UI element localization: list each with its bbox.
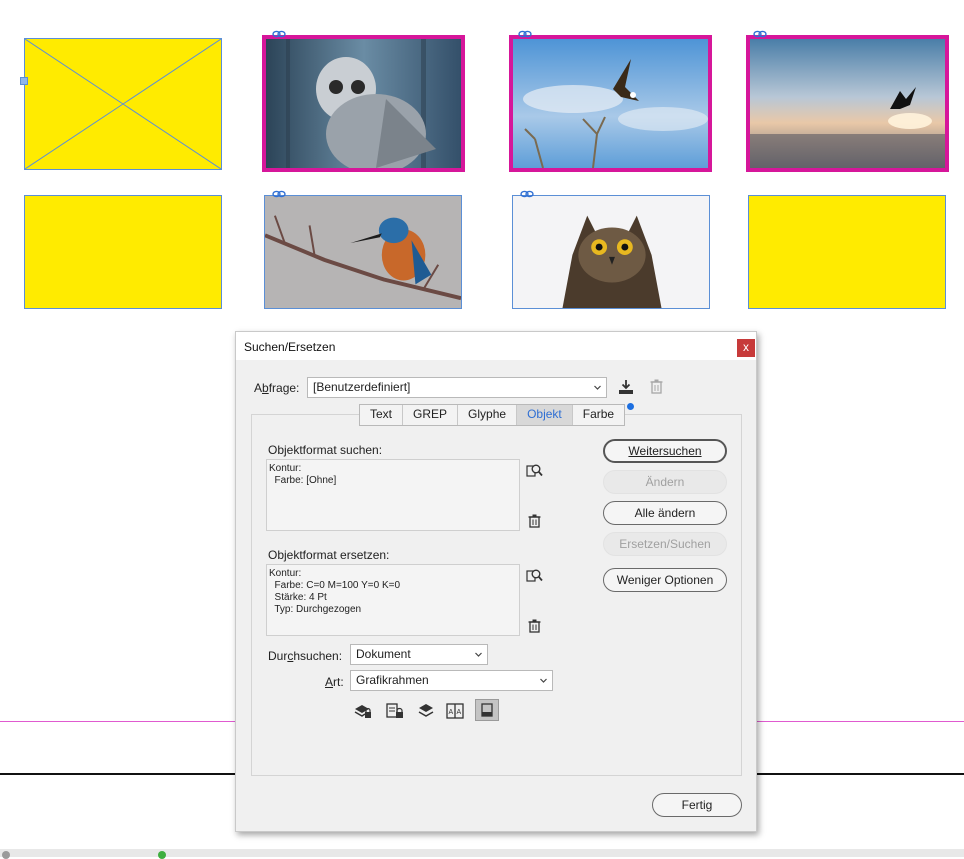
delete-query-icon[interactable]	[650, 379, 663, 394]
empty-graphic-frame-2[interactable]	[24, 195, 222, 309]
link-icon[interactable]	[518, 30, 532, 38]
bird-sunset-image	[750, 39, 945, 168]
image-frame-eagle-sky[interactable]	[509, 35, 712, 172]
save-query-icon[interactable]	[618, 379, 634, 395]
link-icon[interactable]	[272, 190, 286, 198]
empty-graphic-frame-1[interactable]	[24, 38, 222, 170]
chevron-down-icon	[475, 652, 482, 657]
frame-anchor-handle[interactable]	[20, 77, 28, 85]
mode-tabs: Text GREP Glyphe Objekt Farbe	[359, 404, 626, 426]
include-locked-layers-icon[interactable]	[354, 703, 372, 719]
status-bar	[0, 849, 964, 857]
svg-text:A: A	[457, 709, 462, 716]
fewer-options-button[interactable]: Weniger Optionen	[603, 568, 727, 592]
include-hidden-layers-icon[interactable]	[418, 703, 434, 718]
close-button[interactable]: x	[737, 339, 755, 357]
search-in-value: Dokument	[356, 647, 411, 661]
replace-format-label: Objektformat ersetzen:	[268, 548, 390, 562]
image-frame-bird-sunset[interactable]	[746, 35, 949, 172]
svg-text:A: A	[449, 709, 454, 716]
query-label: Abfrage:	[254, 381, 300, 395]
image-frame-horned-owl[interactable]	[512, 195, 710, 309]
image-frame-kingfisher[interactable]	[264, 195, 462, 309]
eagle-sky-image	[513, 39, 708, 168]
change-find-button[interactable]: Ersetzen/Suchen	[603, 532, 727, 556]
specify-find-format-icon[interactable]	[526, 463, 543, 478]
find-format-box[interactable]: Kontur: Farbe: [Ohne]	[266, 459, 520, 531]
query-select[interactable]: [Benutzerdefiniert]	[307, 377, 607, 398]
chevron-down-icon	[594, 385, 601, 390]
link-icon[interactable]	[753, 30, 767, 38]
include-footnotes-toggle[interactable]	[475, 699, 499, 721]
replace-format-box[interactable]: Kontur: Farbe: C=0 M=100 Y=0 K=0 Stärke:…	[266, 564, 520, 636]
clear-find-format-icon[interactable]	[528, 514, 541, 528]
link-icon[interactable]	[520, 190, 534, 198]
footnote-icon	[481, 703, 493, 717]
done-button[interactable]: Fertig	[652, 793, 742, 817]
find-format-label: Objektformat suchen:	[268, 443, 383, 457]
query-value: [Benutzerdefiniert]	[313, 380, 411, 394]
kingfisher-image	[265, 196, 461, 308]
include-locked-objects-icon[interactable]	[386, 703, 404, 719]
find-next-label: Weitersuchen	[628, 444, 702, 458]
tab-grep[interactable]: GREP	[403, 405, 459, 425]
tab-text[interactable]: Text	[360, 405, 404, 425]
include-master-pages-icon[interactable]: AA	[446, 703, 464, 719]
clear-replace-format-icon[interactable]	[528, 619, 541, 633]
link-icon[interactable]	[272, 30, 286, 38]
type-select[interactable]: Grafikrahmen	[350, 670, 553, 691]
search-in-label: Durchsuchen:	[268, 649, 343, 663]
type-value: Grafikrahmen	[356, 673, 429, 687]
change-button[interactable]: Ändern	[603, 470, 727, 494]
tab-glyph[interactable]: Glyphe	[458, 405, 518, 425]
image-frame-grey-owl[interactable]	[262, 35, 465, 172]
find-replace-dialog: Suchen/Ersetzen x Abfrage: [Benutzerdefi…	[235, 331, 757, 832]
status-indicator-icon	[2, 851, 10, 859]
type-label: Art:	[325, 675, 344, 689]
empty-graphic-frame-3[interactable]	[748, 195, 946, 309]
find-next-button[interactable]: Weitersuchen	[603, 439, 727, 463]
grey-owl-image	[266, 39, 461, 168]
preflight-ok-icon	[158, 851, 166, 859]
dialog-title: Suchen/Ersetzen	[244, 340, 336, 354]
tab-notification-dot	[627, 403, 634, 410]
change-all-button[interactable]: Alle ändern	[603, 501, 727, 525]
dialog-titlebar[interactable]: Suchen/Ersetzen x	[236, 332, 756, 360]
tab-color[interactable]: Farbe	[573, 405, 624, 425]
tab-object[interactable]: Objekt	[517, 405, 573, 425]
horned-owl-image	[513, 196, 709, 308]
search-in-select[interactable]: Dokument	[350, 644, 488, 665]
chevron-down-icon	[540, 678, 547, 683]
specify-replace-format-icon[interactable]	[526, 568, 543, 583]
